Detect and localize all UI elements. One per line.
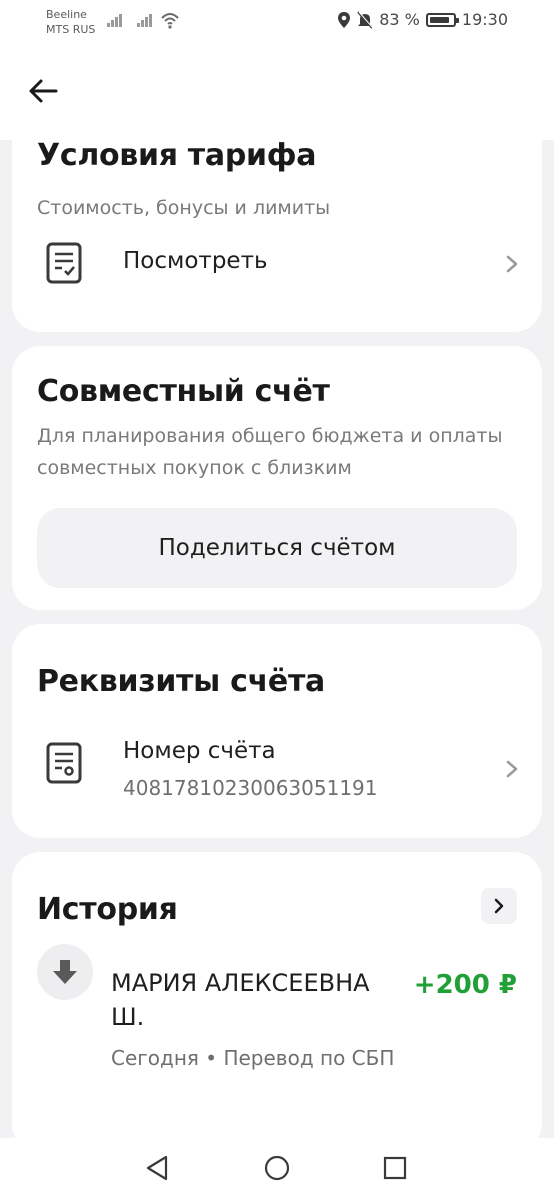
arrow-down-icon xyxy=(53,960,77,984)
back-arrow-icon[interactable] xyxy=(26,74,60,108)
mute-bell-icon xyxy=(357,10,374,29)
nav-back-icon[interactable] xyxy=(144,1154,172,1182)
nav-home-icon[interactable] xyxy=(263,1154,291,1182)
account-number-row[interactable]: Номер счёта 40817810230063051191 xyxy=(12,730,542,810)
share-account-button[interactable]: Поделиться счётом xyxy=(37,508,517,588)
transaction-item[interactable]: МАРИЯ АЛЕКСЕЕВНА Ш. Сегодня • Перевод по… xyxy=(12,852,542,1138)
signal-icon xyxy=(107,14,122,27)
status-bar: Beeline MTS RUS 83 % 19:30 xyxy=(0,0,554,44)
wifi-icon xyxy=(161,13,179,29)
tariff-view-row[interactable]: Посмотреть xyxy=(12,226,542,300)
signal-icon-2 xyxy=(137,14,152,27)
chevron-right-icon xyxy=(506,760,518,778)
carrier-2: MTS RUS xyxy=(46,23,96,36)
battery-icon xyxy=(425,12,459,27)
history-card: История МАРИЯ АЛЕКСЕЕВНА Ш. Сегодня • Пе… xyxy=(12,852,542,1138)
account-number-value: 40817810230063051191 xyxy=(123,776,378,800)
tariff-view-label: Посмотреть xyxy=(123,248,268,274)
tariff-title: Условия тарифа xyxy=(37,140,317,173)
document-badge-icon xyxy=(46,742,82,784)
chevron-right-icon xyxy=(506,255,518,273)
joint-account-title: Совместный счёт xyxy=(37,374,330,409)
joint-account-description: Для планирования общего бюджета и оплаты… xyxy=(37,425,503,479)
transaction-amount: +200 ₽ xyxy=(413,970,517,1000)
document-check-icon xyxy=(46,242,82,284)
account-details-title: Реквизиты счёта xyxy=(37,664,325,699)
transaction-name: МАРИЯ АЛЕКСЕЕВНА Ш. xyxy=(111,969,370,1031)
content: Условия тарифа Стоимость, бонусы и лимит… xyxy=(0,140,554,1138)
account-number-label: Номер счёта xyxy=(123,738,276,764)
transaction-avatar xyxy=(37,944,93,1000)
carrier-info: Beeline MTS RUS xyxy=(46,7,95,37)
battery-percent: 83 % xyxy=(379,10,420,29)
nav-recents-icon[interactable] xyxy=(381,1154,409,1182)
tariff-card: Условия тарифа Стоимость, бонусы и лимит… xyxy=(12,140,542,332)
tariff-subtitle: Стоимость, бонусы и лимиты xyxy=(37,197,331,219)
location-icon xyxy=(338,11,351,28)
transaction-meta: Сегодня • Перевод по СБП xyxy=(111,1046,395,1070)
status-right: 83 % 19:30 xyxy=(337,10,508,29)
app-header xyxy=(0,44,554,140)
clock: 19:30 xyxy=(461,10,508,29)
system-nav-bar xyxy=(0,1138,554,1200)
account-details-card: Реквизиты счёта Номер счёта 408178102300… xyxy=(12,624,542,838)
joint-account-card: Совместный счёт Для планирования общего … xyxy=(12,346,542,610)
carrier-1: Beeline xyxy=(46,8,87,21)
